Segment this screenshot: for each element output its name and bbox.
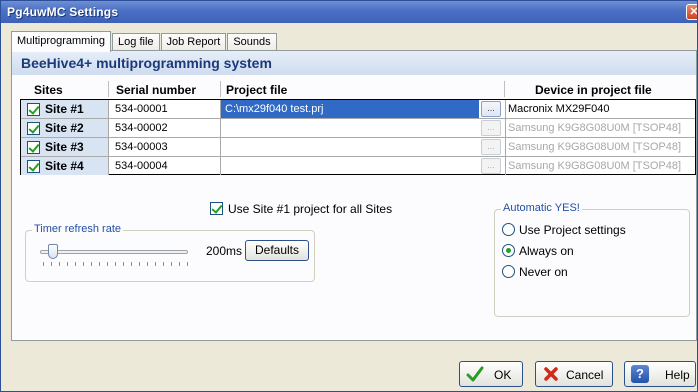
defaults-button[interactable]: Defaults — [245, 240, 309, 261]
ok-label: OK — [494, 368, 512, 382]
use-site1-checkbox[interactable] — [210, 202, 223, 215]
browse-button[interactable]: ... — [481, 158, 501, 174]
table-row[interactable]: Site #4 534-00004 ... Samsung K9G8G08U0M… — [21, 157, 695, 176]
site-1-checkbox[interactable] — [27, 103, 40, 116]
project-file-cell[interactable] — [221, 138, 479, 156]
table-row[interactable]: Site #2 534-00002 ... Samsung K9G8G08U0M… — [21, 119, 695, 138]
site-2-checkbox[interactable] — [27, 122, 40, 135]
site-label: Site #2 — [45, 121, 84, 135]
site-4-checkbox[interactable] — [27, 160, 40, 173]
project-file-cell[interactable]: C:\mx29f040 test.prj — [221, 100, 479, 118]
column-separator — [504, 81, 505, 97]
column-sites[interactable]: Sites — [34, 83, 63, 97]
table-row[interactable]: Site #1 534-00001 C:\mx29f040 test.prj .… — [21, 100, 695, 119]
column-device[interactable]: Device in project file — [535, 83, 652, 97]
tab-strip: Multiprogramming Log file Job Report Sou… — [11, 31, 278, 52]
radio-button[interactable] — [502, 265, 515, 278]
device-cell: Samsung K9G8G08U0M [TSOP48] — [505, 157, 695, 175]
device-cell: Samsung K9G8G08U0M [TSOP48] — [505, 138, 695, 156]
site-cell: Site #1 — [21, 100, 109, 118]
radio-button[interactable] — [502, 223, 515, 236]
radio-label: Use Project settings — [519, 223, 626, 237]
project-file-cell[interactable] — [221, 119, 479, 137]
device-cell: Samsung K9G8G08U0M [TSOP48] — [505, 119, 695, 137]
title-bar[interactable]: Pg4uwMC Settings ✕ — [1, 1, 697, 23]
timer-slider-thumb[interactable] — [48, 244, 58, 259]
serial-cell: 534-00004 — [109, 157, 221, 175]
timer-refresh-group: Timer refresh rate 200ms Defaults — [25, 223, 315, 282]
device-cell: Macronix MX29F040 — [505, 100, 695, 118]
multiprogramming-panel: BeeHive4+ multiprogramming system Sites … — [11, 50, 697, 341]
cancel-label: Cancel — [566, 368, 604, 382]
close-icon[interactable]: ✕ — [686, 4, 697, 20]
serial-cell: 534-00001 — [109, 100, 221, 118]
slider-ticks — [43, 262, 191, 266]
help-button[interactable]: ? Help — [624, 361, 696, 387]
site-label: Site #3 — [45, 140, 84, 154]
serial-cell: 534-00003 — [109, 138, 221, 156]
tab-multiprogramming[interactable]: Multiprogramming — [11, 31, 112, 52]
use-site1-label: Use Site #1 project for all Sites — [228, 202, 393, 216]
table-row[interactable]: Site #3 534-00003 ... Samsung K9G8G08U0M… — [21, 138, 695, 157]
automatic-yes-group: Automatic YES! Use Project settings Alwa… — [494, 202, 690, 317]
site-3-checkbox[interactable] — [27, 141, 40, 154]
site-label: Site #4 — [45, 159, 84, 173]
grid-header: Sites Serial number Project file Device … — [20, 81, 696, 99]
radio-button[interactable] — [502, 244, 515, 257]
column-separator — [108, 81, 109, 97]
site-cell: Site #2 — [21, 119, 109, 137]
help-label: Help — [665, 368, 690, 382]
settings-window: Pg4uwMC Settings ✕ Multiprogramming Log … — [0, 0, 698, 392]
timer-legend: Timer refresh rate — [32, 223, 124, 235]
ok-button[interactable]: OK — [459, 361, 523, 387]
timer-slider-track[interactable] — [40, 250, 188, 254]
project-file-cell[interactable] — [221, 157, 479, 175]
grid-rows: Site #1 534-00001 C:\mx29f040 test.prj .… — [20, 99, 696, 175]
radio-label: Never on — [519, 265, 568, 279]
section-heading: BeeHive4+ multiprogramming system — [21, 55, 272, 71]
site-label: Site #1 — [45, 102, 84, 116]
timer-value: 200ms — [206, 244, 243, 258]
site-cell: Site #3 — [21, 138, 109, 156]
section-header: BeeHive4+ multiprogramming system — [12, 51, 696, 75]
automatic-yes-legend: Automatic YES! — [501, 202, 582, 214]
window-title: Pg4uwMC Settings — [7, 5, 119, 19]
column-project[interactable]: Project file — [226, 83, 287, 97]
cross-icon — [544, 367, 558, 381]
question-icon: ? — [631, 365, 649, 383]
serial-cell: 534-00002 — [109, 119, 221, 137]
cancel-button[interactable]: Cancel — [535, 361, 613, 387]
column-separator — [220, 81, 221, 97]
site-cell: Site #4 — [21, 157, 109, 175]
browse-button[interactable]: ... — [481, 101, 501, 117]
radio-label: Always on — [519, 244, 574, 258]
browse-button[interactable]: ... — [481, 120, 501, 136]
checkmark-icon — [466, 366, 484, 382]
sites-grid: Sites Serial number Project file Device … — [20, 81, 696, 175]
browse-button[interactable]: ... — [481, 139, 501, 155]
column-serial[interactable]: Serial number — [116, 83, 196, 97]
